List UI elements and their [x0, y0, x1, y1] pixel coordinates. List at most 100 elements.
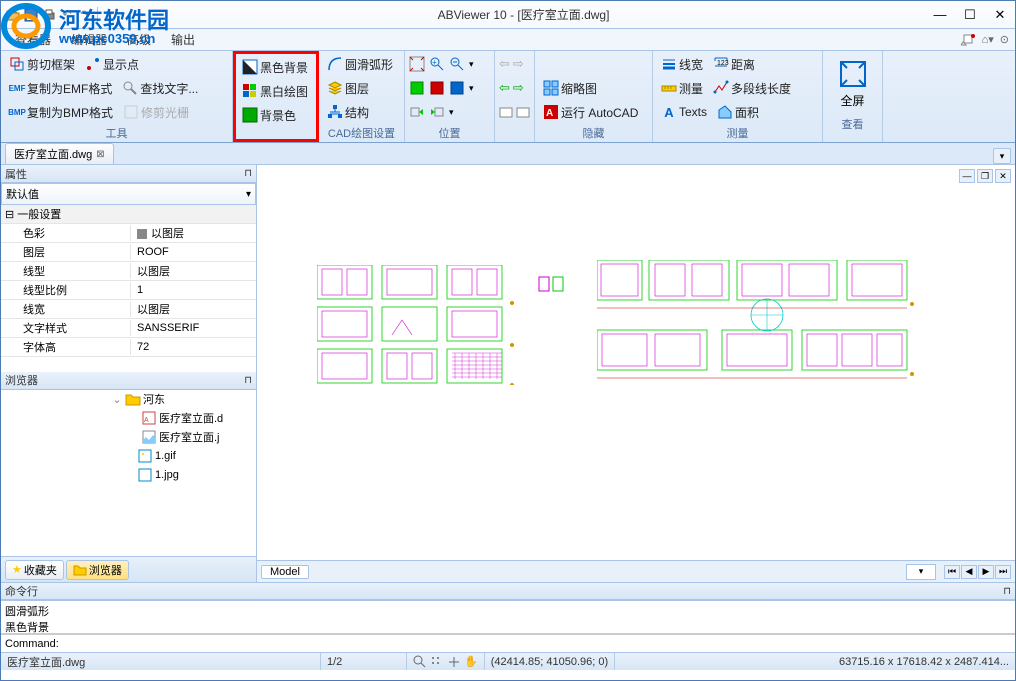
btn-structure[interactable]: 结构: [323, 102, 373, 123]
qat-dropdown-icon[interactable]: ▾: [102, 7, 118, 23]
status-zoom-icon[interactable]: [413, 655, 427, 669]
menu-advanced[interactable]: 高级: [117, 31, 161, 48]
btn-run-autocad[interactable]: A运行 AutoCAD: [539, 102, 642, 123]
props-pin-icon[interactable]: ⊓: [244, 168, 252, 179]
status-page: 1/2: [321, 653, 407, 670]
btn-clip-frame[interactable]: 剪切框架: [5, 54, 79, 75]
zoom-fit-icon[interactable]: [409, 56, 425, 72]
ribbon-label-position: 位置: [409, 123, 490, 143]
modeltab-model[interactable]: Model: [261, 565, 309, 579]
nav-first-icon[interactable]: [499, 105, 513, 119]
qat-open-icon[interactable]: [5, 7, 21, 23]
view-front-icon[interactable]: [429, 80, 445, 96]
doctabs-dropdown[interactable]: ▾: [993, 148, 1011, 164]
svg-text:A: A: [144, 417, 149, 424]
window-title: ABViewer 10 - [医疗室立面.dwg]: [122, 6, 925, 23]
qat-save-icon[interactable]: [23, 7, 39, 23]
menu-viewer[interactable]: 查看器: [5, 31, 61, 48]
btn-bw-draw[interactable]: 黑白绘图: [238, 81, 312, 102]
props-header: 属性 ⊓: [1, 165, 256, 183]
qat-redo-icon[interactable]: ↷: [77, 7, 93, 23]
menu-output[interactable]: 输出: [161, 31, 205, 48]
zoom-dd-icon[interactable]: ▾: [469, 59, 474, 70]
nav-prev-icon[interactable]: ⇦: [499, 80, 510, 96]
pan-right-icon[interactable]: [429, 104, 445, 120]
modeltab-first-icon[interactable]: ⏮: [944, 565, 960, 579]
modeltab-last-icon[interactable]: ⏭: [995, 565, 1011, 579]
tree-file-jpg[interactable]: 医疗室立面.j: [1, 428, 256, 447]
zoom-out-icon[interactable]: [449, 56, 465, 72]
ribbon-group-nav: ⇦⇨ ⇦⇨: [495, 51, 535, 142]
menubar: 查看器 编辑器 高级 输出 ⌂▾ ⊙: [1, 29, 1015, 51]
cmd-pin-icon[interactable]: ⊓: [1003, 586, 1011, 597]
btn-polyline-length[interactable]: 多段线长度: [709, 78, 795, 99]
pan-left-icon[interactable]: [409, 104, 425, 120]
props-table: ⊟ 一般设置 色彩以图层 图层ROOF 线型以图层 线型比例1 线宽以图层 文字…: [1, 205, 256, 372]
command-label: Command:: [1, 638, 63, 650]
btn-bg-color[interactable]: 背景色: [238, 105, 300, 126]
btn-find-text[interactable]: 查找文字...: [118, 78, 202, 99]
btn-show-point[interactable]: 显示点: [81, 54, 143, 75]
btn-fullscreen[interactable]: 全屏: [828, 53, 878, 114]
btn-distance[interactable]: 123距离: [709, 54, 759, 75]
command-log: 圆滑弧形 黑色背景: [1, 601, 1015, 634]
tab-favorites[interactable]: ★收藏夹: [5, 560, 64, 580]
close-button[interactable]: ✕: [985, 4, 1015, 26]
tab-browser[interactable]: 浏览器: [66, 560, 129, 580]
tree-file-dwg[interactable]: A 医疗室立面.d: [1, 409, 256, 428]
cmd-header: 命令行 ⊓: [1, 582, 1015, 600]
canvas-min-icon[interactable]: —: [959, 169, 975, 183]
titlebar-help-icon[interactable]: [960, 33, 976, 47]
command-input[interactable]: [63, 638, 1015, 650]
modeltab-prev-icon[interactable]: ◀: [961, 565, 977, 579]
view-side-icon[interactable]: [449, 80, 465, 96]
btn-area[interactable]: 面积: [713, 102, 763, 123]
canvas-restore-icon[interactable]: ❐: [977, 169, 993, 183]
document-tabs: 医疗室立面.dwg ⊠ ▾: [1, 143, 1015, 165]
minimize-button[interactable]: —: [925, 4, 955, 26]
ribbon-group-measure: 线宽 123距离 测量 多段线长度 ATexts 面积 测量: [653, 51, 823, 142]
btn-black-bg[interactable]: 黑色背景: [238, 57, 312, 78]
qat-print-icon[interactable]: [41, 7, 57, 23]
menu-editor[interactable]: 编辑器: [61, 31, 117, 48]
btn-linewidth[interactable]: 线宽: [657, 54, 707, 75]
statusbar: 医疗室立面.dwg 1/2 ✋ (42414.85; 41050.96; 0) …: [1, 652, 1015, 670]
btn-layers[interactable]: 图层: [323, 78, 373, 99]
ribbon-label-tools: 工具: [5, 123, 228, 143]
canvas-close-icon[interactable]: ✕: [995, 169, 1011, 183]
nav-next-icon[interactable]: ⇨: [513, 80, 524, 96]
btn-trim-raster: 修剪光栅: [119, 102, 193, 123]
props-default-combo[interactable]: 默认值▾: [1, 183, 256, 205]
doctab-active[interactable]: 医疗室立面.dwg ⊠: [5, 143, 114, 164]
btn-texts[interactable]: ATexts: [657, 102, 711, 122]
zoom-in-icon[interactable]: +: [429, 56, 445, 72]
btn-copy-bmp[interactable]: BMP复制为BMP格式: [5, 102, 117, 123]
status-ortho-icon[interactable]: [447, 655, 461, 669]
pan-dd-icon[interactable]: ▾: [449, 107, 454, 118]
modeltab-dropdown[interactable]: ▾: [906, 564, 936, 580]
modeltab-next-icon[interactable]: ▶: [978, 565, 994, 579]
tree-file-jpg2[interactable]: 1.jpg: [1, 466, 256, 485]
btn-measure[interactable]: 测量: [657, 78, 707, 99]
btn-copy-emf[interactable]: EMF复制为EMF格式: [5, 78, 116, 99]
folder-icon: [73, 564, 87, 576]
qat-undo-icon[interactable]: ↶: [59, 7, 75, 23]
drawing-canvas[interactable]: — ❐ ✕: [257, 165, 1015, 560]
status-hand-icon[interactable]: ✋: [464, 655, 478, 668]
btn-thumbnail[interactable]: 缩略图: [539, 78, 601, 99]
maximize-button[interactable]: ☐: [955, 4, 985, 26]
doctab-close-icon[interactable]: ⊠: [96, 149, 104, 160]
browser-pin-icon[interactable]: ⊓: [244, 375, 252, 386]
titlebar-home-icon[interactable]: ⌂▾: [982, 33, 994, 47]
tree-folder[interactable]: ⌄ 河东: [1, 390, 256, 409]
status-grid-icon[interactable]: [430, 655, 444, 669]
btn-smooth-arc[interactable]: 圆滑弧形: [323, 54, 397, 75]
view-top-icon[interactable]: [409, 80, 425, 96]
view-dd-icon[interactable]: ▾: [469, 83, 474, 94]
props-section-general[interactable]: ⊟ 一般设置: [1, 205, 256, 224]
nav-last-icon[interactable]: [516, 105, 530, 119]
tree-file-gif[interactable]: 1.gif: [1, 447, 256, 466]
titlebar-collapse-icon[interactable]: ⊙: [1000, 33, 1009, 47]
status-coords: (42414.85; 41050.96; 0): [485, 653, 615, 670]
ribbon-group-view: 全屏 查看: [823, 51, 883, 142]
